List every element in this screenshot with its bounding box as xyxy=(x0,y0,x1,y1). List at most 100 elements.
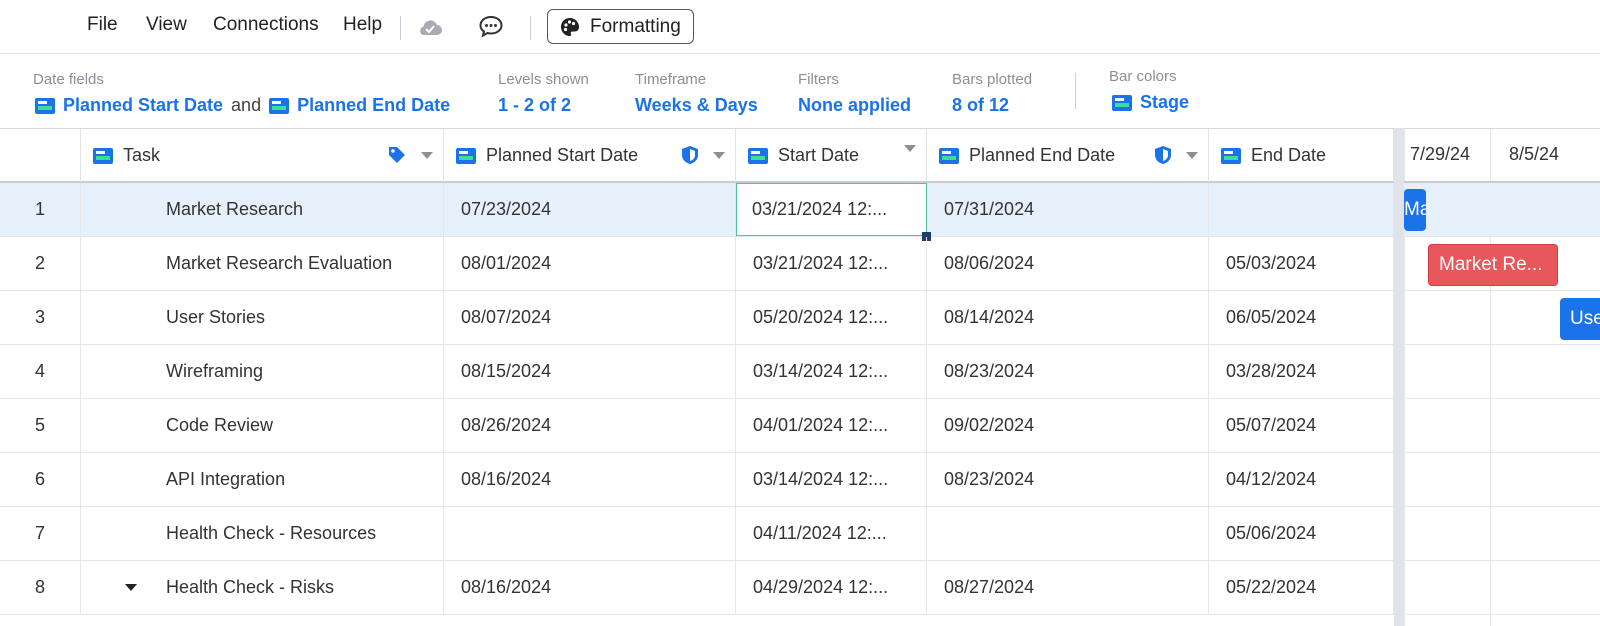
bar-colors-value[interactable]: Stage xyxy=(1112,92,1189,113)
planned-end-cell[interactable]: 08/23/2024 xyxy=(927,453,1209,506)
gantt-settings-strip: Date fields Planned Start Date and Plann… xyxy=(0,55,1600,128)
row-number: 2 xyxy=(0,237,81,290)
table-row[interactable]: 6 API Integration 08/16/2024 03/14/2024 … xyxy=(0,453,1394,507)
planned-start-cell[interactable]: 08/16/2024 xyxy=(444,561,736,614)
column-header-end[interactable]: End Date xyxy=(1209,129,1394,182)
timeframe-label: Timeframe xyxy=(635,71,707,88)
menu-separator xyxy=(400,16,401,40)
start-cell[interactable]: 04/29/2024 12:... xyxy=(736,561,927,614)
row-number: 8 xyxy=(0,561,81,614)
start-cell[interactable]: 04/11/2024 12:... xyxy=(736,507,927,560)
planned-end-cell[interactable]: 08/06/2024 xyxy=(927,237,1209,290)
start-cell[interactable]: 03/21/2024 12:... xyxy=(736,183,927,236)
task-cell[interactable]: Health Check - Resources xyxy=(81,507,444,560)
start-cell[interactable]: 03/14/2024 12:... xyxy=(736,345,927,398)
column-header-label: End Date xyxy=(1251,145,1327,165)
table-row[interactable]: 2 Market Research Evaluation 08/01/2024 … xyxy=(0,237,1394,291)
task-cell[interactable]: Wireframing xyxy=(81,345,444,398)
date-fields-value[interactable]: Planned Start Date and Planned End Date xyxy=(35,95,450,116)
timeframe-value[interactable]: Weeks & Days xyxy=(635,95,758,116)
planned-end-cell[interactable]: 08/27/2024 xyxy=(927,561,1209,614)
task-cell[interactable]: Code Review xyxy=(81,399,444,452)
pane-splitter[interactable] xyxy=(1394,128,1404,626)
start-cell[interactable]: 04/01/2024 12:... xyxy=(736,399,927,452)
row-number-header xyxy=(0,129,81,182)
levels-value[interactable]: 1 - 2 of 2 xyxy=(498,95,571,116)
task-cell[interactable]: Market Research xyxy=(81,183,444,236)
row-number: 4 xyxy=(0,345,81,398)
column-header-label: Task xyxy=(123,145,161,165)
table-row[interactable]: 5 Code Review 08/26/2024 04/01/2024 12:.… xyxy=(0,399,1394,453)
planned-start-cell[interactable]: 08/07/2024 xyxy=(444,291,736,344)
end-cell[interactable]: 05/03/2024 xyxy=(1209,237,1394,290)
table-row[interactable]: 4 Wireframing 08/15/2024 03/14/2024 12:.… xyxy=(0,345,1394,399)
planned-end-cell[interactable] xyxy=(927,507,1209,560)
planned-start-cell[interactable]: 08/15/2024 xyxy=(444,345,736,398)
timeline-row xyxy=(1404,507,1600,561)
column-header-start[interactable]: Start Date xyxy=(736,129,927,182)
planned-end-cell[interactable]: 08/14/2024 xyxy=(927,291,1209,344)
comment-icon[interactable] xyxy=(478,14,504,38)
menu-help[interactable]: Help xyxy=(343,14,382,36)
date-fields-label: Date fields xyxy=(33,71,104,88)
menu-connections[interactable]: Connections xyxy=(213,14,319,36)
formatting-button[interactable]: Formatting xyxy=(547,9,694,44)
menu-file[interactable]: File xyxy=(87,14,118,36)
planned-start-cell[interactable]: 08/01/2024 xyxy=(444,237,736,290)
planned-start-cell[interactable] xyxy=(444,507,736,560)
planned-end-cell[interactable]: 08/23/2024 xyxy=(927,345,1209,398)
filters-label: Filters xyxy=(798,71,839,88)
table-row[interactable]: 3 User Stories 08/07/2024 05/20/2024 12:… xyxy=(0,291,1394,345)
menu-view[interactable]: View xyxy=(146,14,187,36)
task-cell[interactable]: Market Research Evaluation xyxy=(81,237,444,290)
shield-icon xyxy=(1155,146,1171,164)
end-cell[interactable]: 04/12/2024 xyxy=(1209,453,1394,506)
column-header-planned-start[interactable]: Planned Start Date xyxy=(444,129,736,182)
gantt-bar[interactable]: Use xyxy=(1560,298,1600,340)
collapse-caret-icon[interactable] xyxy=(125,584,137,591)
timeline-header: 7/29/24 8/5/24 xyxy=(1404,128,1600,183)
end-cell[interactable]: 06/05/2024 xyxy=(1209,291,1394,344)
date-end-field[interactable]: Planned End Date xyxy=(297,95,450,116)
table-row[interactable]: 1 Market Research 07/23/2024 03/21/2024 … xyxy=(0,183,1394,237)
chevron-down-icon[interactable] xyxy=(421,151,433,159)
settings-separator xyxy=(1075,73,1076,109)
planned-start-cell[interactable]: 07/23/2024 xyxy=(444,183,736,236)
shield-icon xyxy=(682,146,698,164)
planned-end-cell[interactable]: 09/02/2024 xyxy=(927,399,1209,452)
planned-end-cell[interactable]: 07/31/2024 xyxy=(927,183,1209,236)
task-cell[interactable]: User Stories xyxy=(81,291,444,344)
end-cell[interactable] xyxy=(1209,183,1394,236)
task-cell[interactable]: API Integration xyxy=(81,453,444,506)
field-icon xyxy=(269,97,290,114)
task-cell[interactable]: Health Check - Risks xyxy=(81,561,444,614)
end-cell[interactable]: 05/22/2024 xyxy=(1209,561,1394,614)
planned-start-cell[interactable]: 08/16/2024 xyxy=(444,453,736,506)
timeline-row xyxy=(1404,561,1600,615)
chevron-down-icon[interactable] xyxy=(904,145,916,152)
date-start-field[interactable]: Planned Start Date xyxy=(63,95,223,116)
gantt-bar[interactable]: Market Re... xyxy=(1428,244,1558,286)
start-cell[interactable]: 03/21/2024 12:... xyxy=(736,237,927,290)
end-cell[interactable]: 03/28/2024 xyxy=(1209,345,1394,398)
chevron-down-icon[interactable] xyxy=(713,151,725,159)
table-row[interactable]: 7 Health Check - Resources 04/11/2024 12… xyxy=(0,507,1394,561)
end-cell[interactable]: 05/07/2024 xyxy=(1209,399,1394,452)
column-header-planned-end[interactable]: Planned End Date xyxy=(927,129,1209,182)
column-header-task[interactable]: Task xyxy=(81,129,444,182)
bar-colors-field[interactable]: Stage xyxy=(1140,92,1189,113)
end-cell[interactable]: 05/06/2024 xyxy=(1209,507,1394,560)
row-number: 3 xyxy=(0,291,81,344)
table-row[interactable]: 8 Health Check - Risks 08/16/2024 04/29/… xyxy=(0,561,1394,615)
planned-start-cell[interactable]: 08/26/2024 xyxy=(444,399,736,452)
start-cell[interactable]: 03/14/2024 12:... xyxy=(736,453,927,506)
cloud-sync-icon[interactable] xyxy=(416,16,444,38)
filters-value[interactable]: None applied xyxy=(798,95,911,116)
chevron-down-icon[interactable] xyxy=(1186,151,1198,159)
gantt-bar[interactable]: Ma xyxy=(1404,189,1426,231)
start-cell[interactable]: 05/20/2024 12:... xyxy=(736,291,927,344)
field-icon xyxy=(748,147,768,164)
bars-plotted-value[interactable]: 8 of 12 xyxy=(952,95,1009,116)
tag-icon xyxy=(389,147,405,163)
row-number: 1 xyxy=(0,183,81,236)
